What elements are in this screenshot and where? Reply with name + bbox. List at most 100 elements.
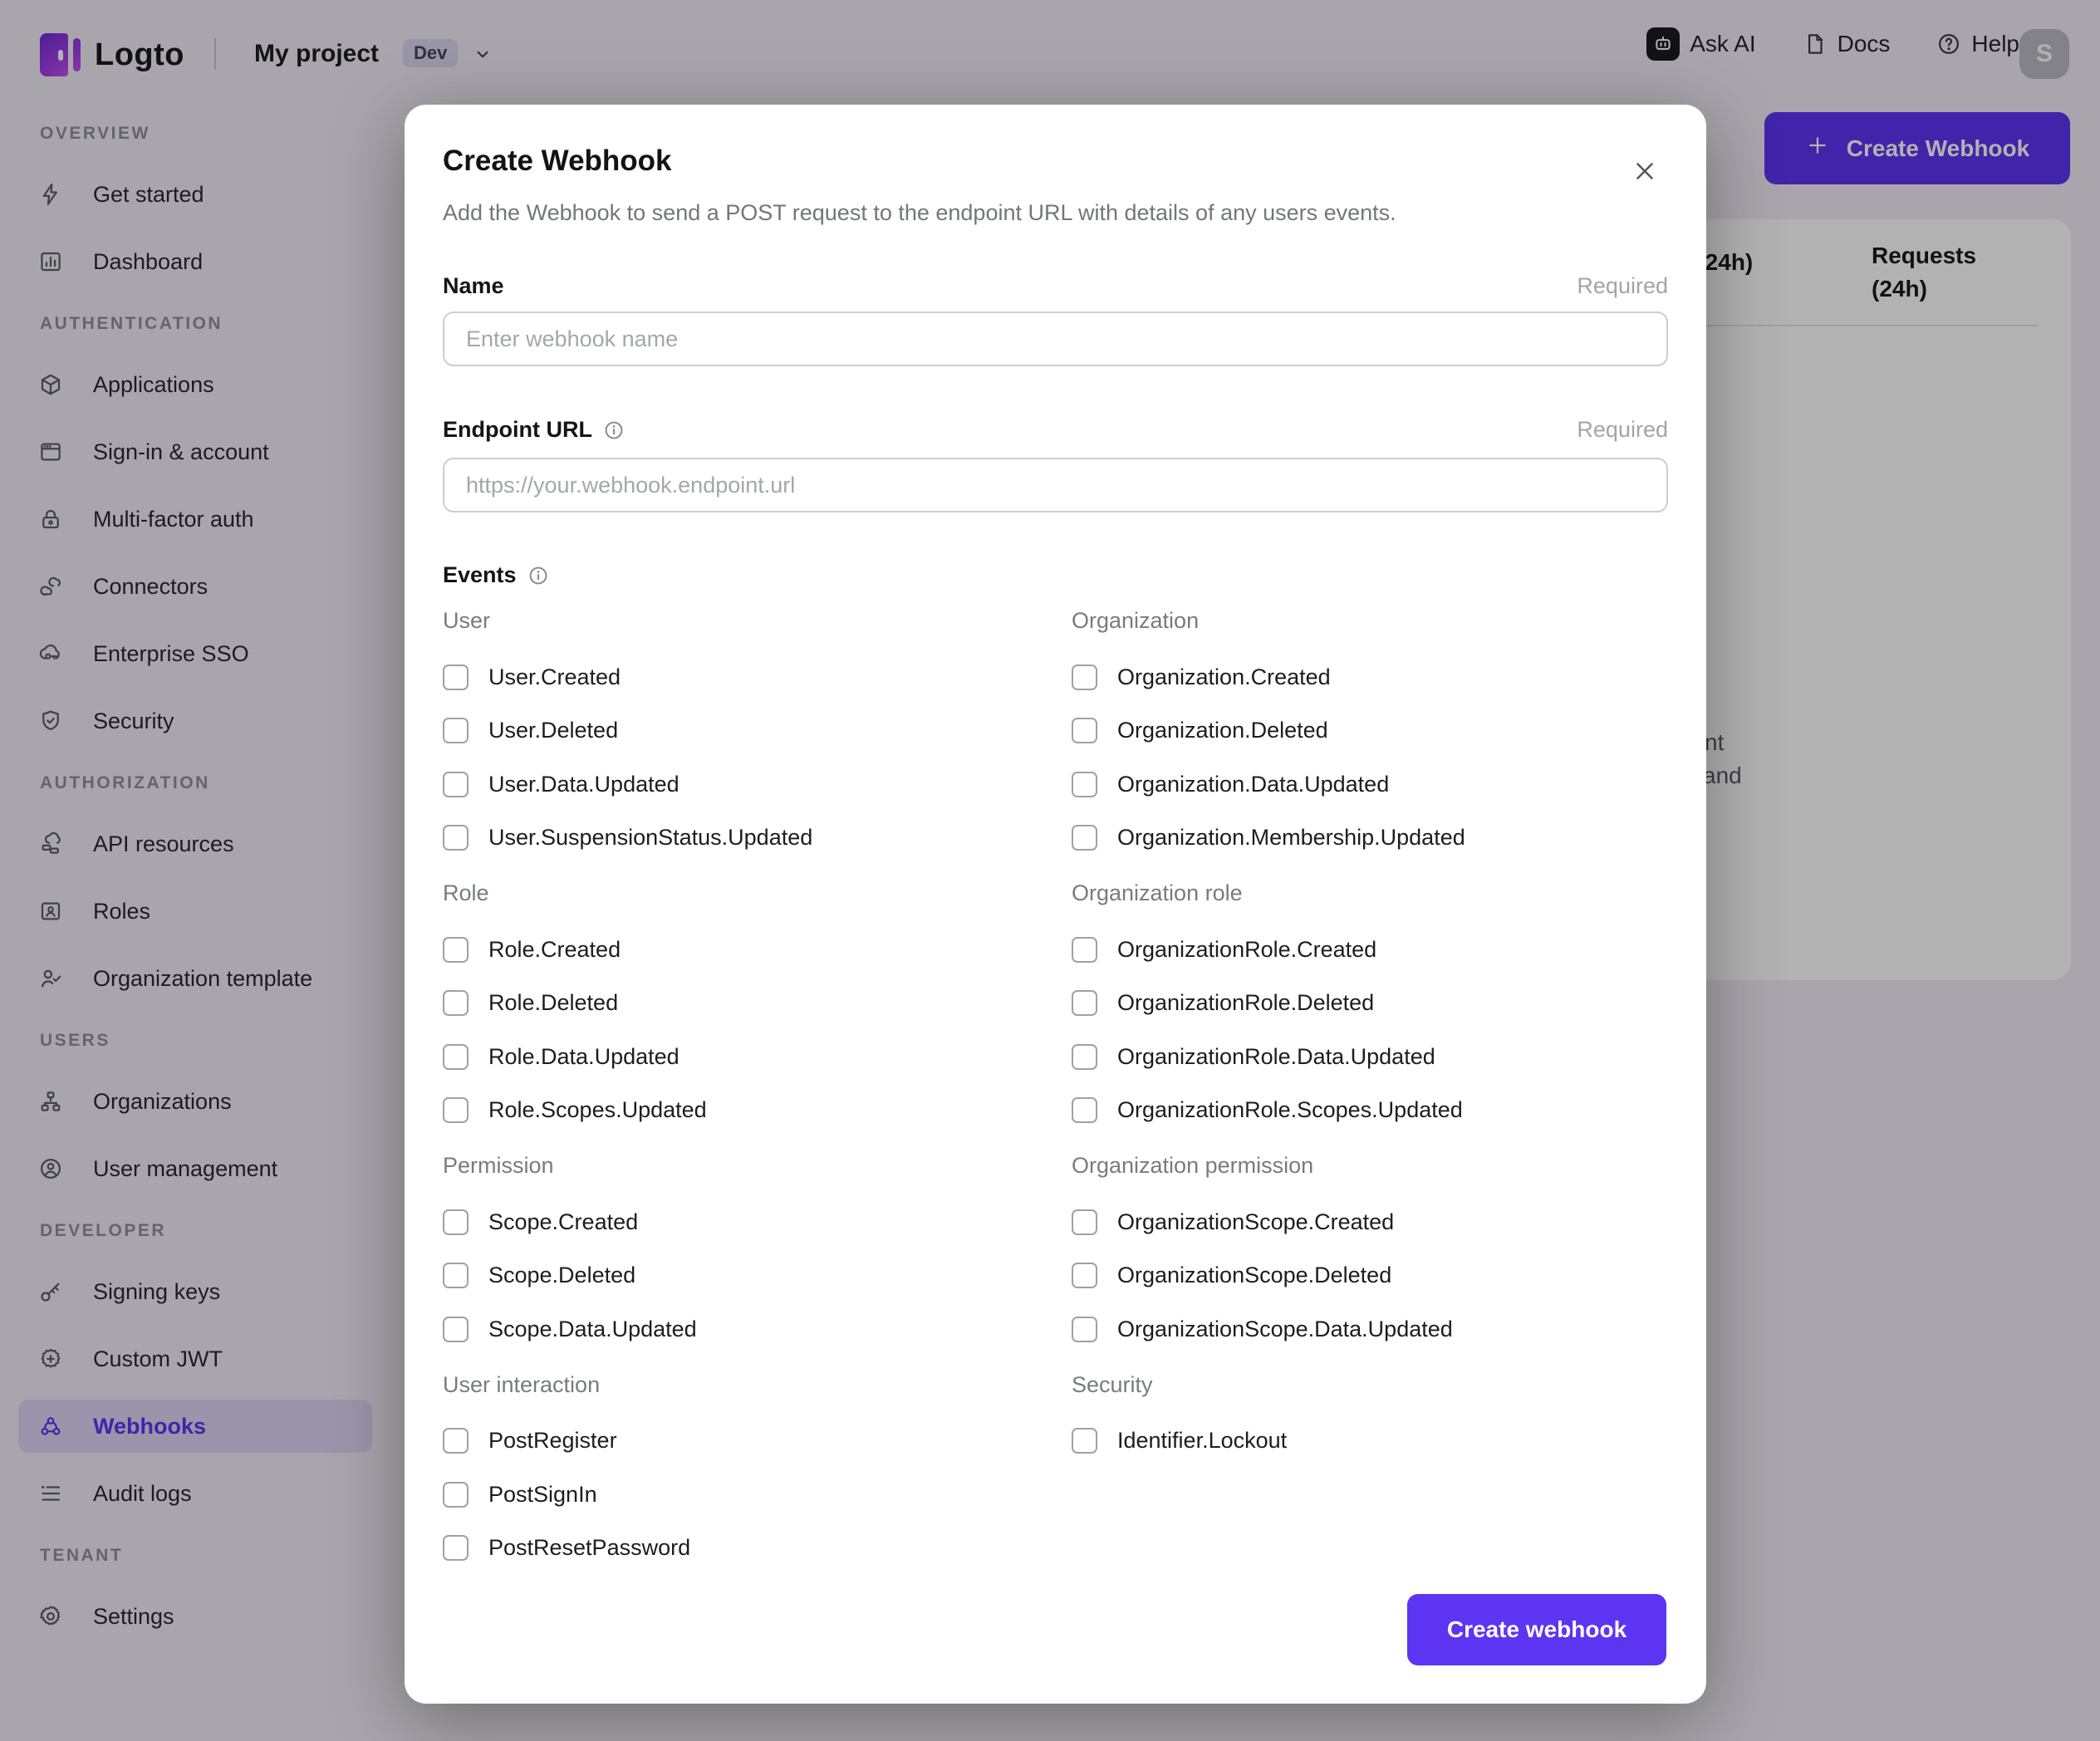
- event-option-role-data-updated[interactable]: Role.Data.Updated: [443, 1030, 1041, 1084]
- event-group-label: Organization permission: [1072, 1153, 1314, 1178]
- checkbox-unchecked[interactable]: [443, 1481, 469, 1508]
- event-option-user-data-updated[interactable]: User.Data.Updated: [443, 758, 1041, 812]
- checkbox-unchecked[interactable]: [1072, 1428, 1097, 1454]
- checkbox-unchecked[interactable]: [1072, 1097, 1097, 1124]
- webhook-name-input[interactable]: [443, 311, 1668, 366]
- checkbox-unchecked[interactable]: [1072, 664, 1097, 690]
- create-webhook-submit-button[interactable]: Create webhook: [1407, 1594, 1666, 1665]
- event-option-user-created[interactable]: User.Created: [443, 650, 1041, 704]
- event-option-role-scopes-updated[interactable]: Role.Scopes.Updated: [443, 1084, 1041, 1138]
- required-tag: Required: [1577, 417, 1668, 442]
- required-tag: Required: [1577, 273, 1668, 298]
- event-option-label: Role.Data.Updated: [488, 1043, 680, 1069]
- checkbox-unchecked[interactable]: [1072, 990, 1097, 1017]
- event-option-label: OrganizationRole.Data.Updated: [1117, 1043, 1435, 1069]
- checkbox-unchecked[interactable]: [443, 1535, 469, 1562]
- event-option-organizationrole-deleted[interactable]: OrganizationRole.Deleted: [1072, 977, 1670, 1031]
- checkbox-unchecked[interactable]: [443, 1097, 469, 1124]
- info-icon[interactable]: [603, 419, 625, 441]
- checkbox-unchecked[interactable]: [443, 990, 469, 1017]
- event-group: User User.Created User.Deleted User.Data.Up…: [443, 606, 1041, 865]
- event-group-label: User: [443, 608, 491, 633]
- event-option-label: OrganizationRole.Scopes.Updated: [1117, 1097, 1463, 1123]
- event-option-label: PostResetPassword: [488, 1535, 691, 1561]
- event-option-user-deleted[interactable]: User.Deleted: [443, 704, 1041, 758]
- event-option-postresetpassword[interactable]: PostResetPassword: [443, 1522, 1041, 1576]
- event-option-label: Role.Scopes.Updated: [488, 1097, 707, 1123]
- event-option-label: Scope.Deleted: [488, 1263, 636, 1288]
- event-option-organization-membership-updated[interactable]: Organization.Membership.Updated: [1072, 812, 1670, 866]
- checkbox-unchecked[interactable]: [1072, 771, 1097, 797]
- event-group-label: User interaction: [443, 1371, 601, 1397]
- checkbox-unchecked[interactable]: [1072, 1316, 1097, 1342]
- checkbox-unchecked[interactable]: [1072, 936, 1097, 963]
- event-option-postsignin[interactable]: PostSignIn: [443, 1468, 1041, 1522]
- checkbox-unchecked[interactable]: [443, 1263, 469, 1289]
- event-option-scope-created[interactable]: Scope.Created: [443, 1195, 1041, 1249]
- event-option-role-created[interactable]: Role.Created: [443, 923, 1041, 977]
- checkbox-unchecked[interactable]: [443, 771, 469, 797]
- modal-description: Add the Webhook to send a POST request t…: [443, 200, 1396, 225]
- endpoint-url-input[interactable]: [443, 458, 1668, 512]
- event-group: Organization role OrganizationRole.Create…: [1072, 879, 1670, 1137]
- event-option-organizationscope-data-updated[interactable]: OrganizationScope.Data.Updated: [1072, 1302, 1670, 1356]
- event-option-organizationrole-scopes-updated[interactable]: OrganizationRole.Scopes.Updated: [1072, 1084, 1670, 1138]
- event-group-label: Organization: [1072, 608, 1200, 633]
- create-webhook-modal: Create Webhook Add the Webhook to send a…: [405, 105, 1706, 1704]
- event-group: Security Identifier.Lockout: [1072, 1371, 1670, 1469]
- event-option-organization-deleted[interactable]: Organization.Deleted: [1072, 704, 1670, 758]
- event-group: Permission Scope.Created Scope.Deleted Scop…: [443, 1151, 1041, 1356]
- event-option-label: OrganizationScope.Created: [1117, 1209, 1395, 1234]
- checkbox-unchecked[interactable]: [443, 825, 469, 851]
- checkbox-unchecked[interactable]: [443, 1209, 469, 1235]
- checkbox-unchecked[interactable]: [1072, 718, 1097, 744]
- event-option-label: OrganizationRole.Created: [1117, 936, 1377, 962]
- checkbox-unchecked[interactable]: [443, 1428, 469, 1454]
- checkbox-unchecked[interactable]: [1072, 1209, 1097, 1235]
- event-group-label: Security: [1072, 1371, 1153, 1397]
- event-option-scope-deleted[interactable]: Scope.Deleted: [443, 1249, 1041, 1303]
- event-option-label: User.SuspensionStatus.Updated: [488, 825, 813, 851]
- info-icon[interactable]: [527, 565, 549, 586]
- event-option-label: Organization.Membership.Updated: [1117, 825, 1465, 851]
- event-option-scope-data-updated[interactable]: Scope.Data.Updated: [443, 1302, 1041, 1356]
- event-option-label: Scope.Data.Updated: [488, 1316, 697, 1341]
- endpoint-url-field-label: Endpoint URL: [443, 417, 592, 442]
- event-option-label: Organization.Created: [1117, 664, 1331, 689]
- checkbox-unchecked[interactable]: [443, 718, 469, 744]
- events-label: Events: [443, 562, 517, 587]
- event-option-label: Scope.Created: [488, 1209, 639, 1234]
- checkbox-unchecked[interactable]: [443, 664, 469, 690]
- event-group: User interaction PostRegister PostSignIn Po…: [443, 1371, 1041, 1576]
- checkbox-unchecked[interactable]: [443, 1043, 469, 1070]
- checkbox-unchecked[interactable]: [443, 1316, 469, 1342]
- event-option-identifier-lockout[interactable]: Identifier.Lockout: [1072, 1415, 1670, 1469]
- event-option-role-deleted[interactable]: Role.Deleted: [443, 977, 1041, 1031]
- event-option-label: OrganizationScope.Data.Updated: [1117, 1316, 1453, 1341]
- checkbox-unchecked[interactable]: [1072, 1263, 1097, 1289]
- checkbox-unchecked[interactable]: [1072, 1043, 1097, 1070]
- name-field-label: Name: [443, 273, 504, 298]
- event-option-organizationrole-created[interactable]: OrganizationRole.Created: [1072, 923, 1670, 977]
- event-option-label: Organization.Data.Updated: [1117, 771, 1390, 797]
- event-option-postregister[interactable]: PostRegister: [443, 1415, 1041, 1469]
- close-icon[interactable]: [1627, 153, 1663, 189]
- event-option-label: Organization.Deleted: [1117, 718, 1328, 743]
- checkbox-unchecked[interactable]: [1072, 825, 1097, 851]
- event-option-label: PostRegister: [488, 1428, 617, 1454]
- event-group: Organization permission OrganizationScope…: [1072, 1151, 1670, 1356]
- event-option-label: User.Deleted: [488, 718, 619, 743]
- event-option-organization-data-updated[interactable]: Organization.Data.Updated: [1072, 758, 1670, 812]
- event-option-organizationscope-deleted[interactable]: OrganizationScope.Deleted: [1072, 1249, 1670, 1303]
- event-option-label: Role.Deleted: [488, 990, 619, 1016]
- event-group-label: Organization role: [1072, 880, 1243, 905]
- checkbox-unchecked[interactable]: [443, 936, 469, 963]
- event-option-label: OrganizationScope.Deleted: [1117, 1263, 1392, 1288]
- event-option-organizationrole-data-updated[interactable]: OrganizationRole.Data.Updated: [1072, 1030, 1670, 1084]
- event-option-organization-created[interactable]: Organization.Created: [1072, 650, 1670, 704]
- event-option-user-suspensionstatus-updated[interactable]: User.SuspensionStatus.Updated: [443, 812, 1041, 866]
- event-group: Organization Organization.Created Organiza…: [1072, 606, 1670, 865]
- modal-title: Create Webhook: [443, 145, 672, 177]
- event-option-label: User.Data.Updated: [488, 771, 680, 797]
- event-option-organizationscope-created[interactable]: OrganizationScope.Created: [1072, 1195, 1670, 1249]
